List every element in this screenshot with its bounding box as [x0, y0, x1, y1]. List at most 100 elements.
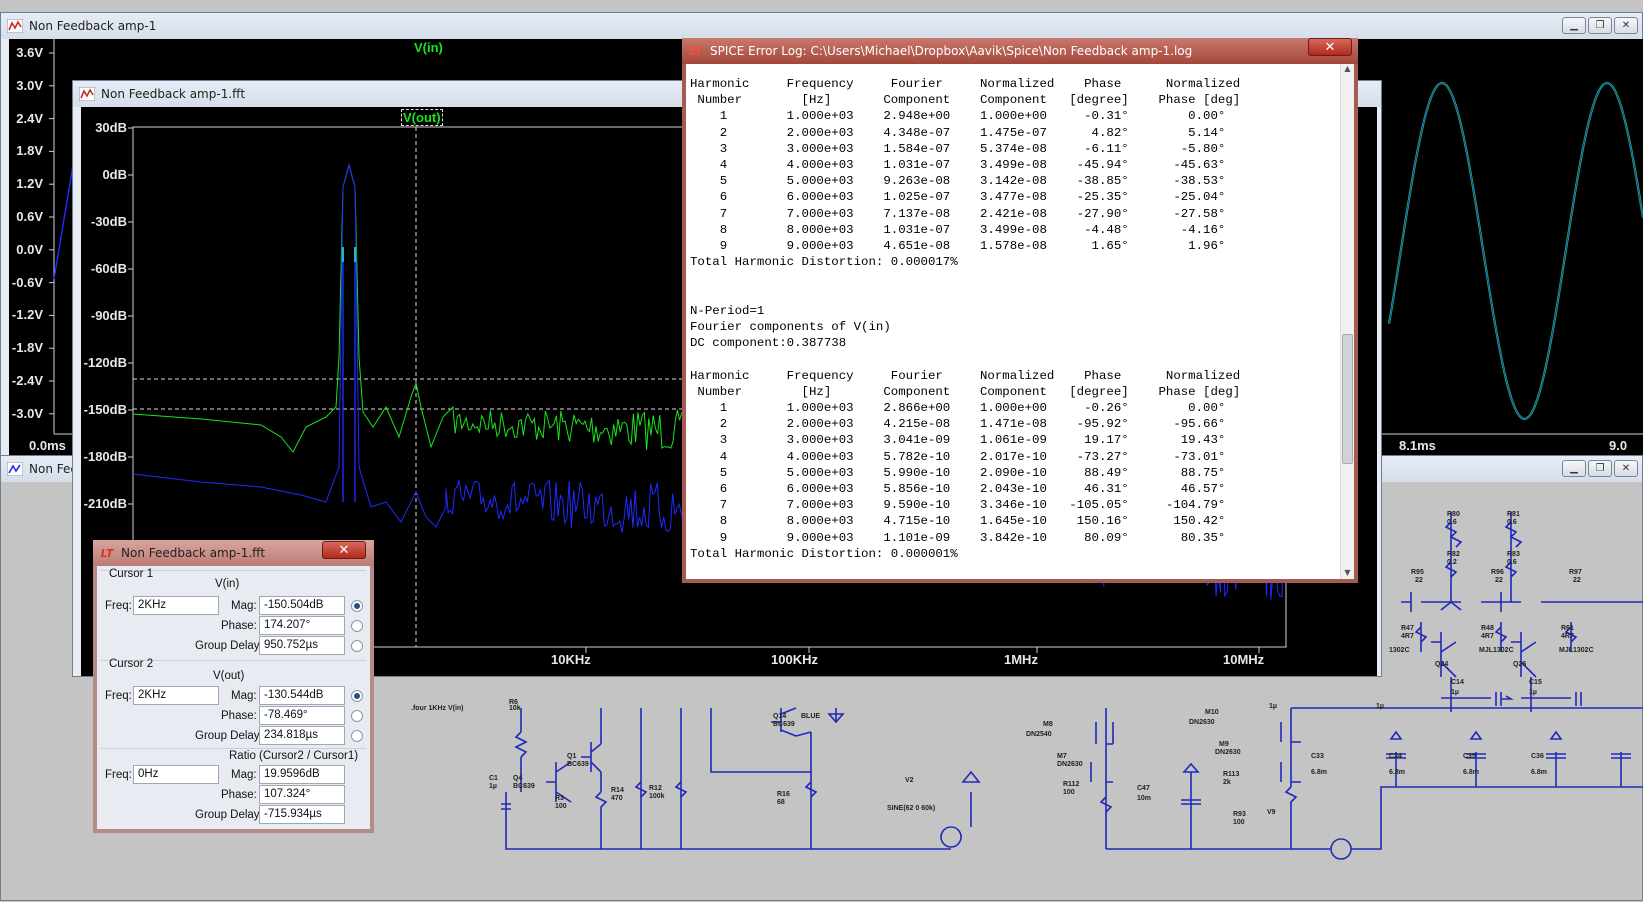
ratio-group — [101, 748, 366, 749]
component-label: 4R7 — [1561, 633, 1574, 640]
log-text-area[interactable]: Harmonic Frequency Fourier Normalized Ph… — [690, 76, 1340, 574]
cursor1-mag-label: Mag: — [231, 600, 257, 612]
cursor1-header: Cursor 1 — [109, 568, 154, 580]
log-line: 8 8.000e+03 4.715e-10 1.645e-10 150.16° … — [690, 514, 1226, 529]
y-tick-label: -180dB — [83, 449, 127, 464]
scrollbar-thumb[interactable] — [1342, 334, 1353, 464]
cursor1-trace: V(in) — [215, 578, 240, 590]
vin-trace-overlay — [1388, 82, 1643, 420]
cursor1-phase-field[interactable]: 174.207° — [259, 616, 345, 635]
ratio-gd-field[interactable]: -715.934µs — [259, 805, 345, 824]
log-line: 2 2.000e+03 4.215e-08 1.471e-08 -95.92° … — [690, 417, 1226, 432]
component-label: V9 — [1267, 809, 1276, 816]
cursor1-mag-radio[interactable] — [351, 600, 363, 612]
component-label: 1µ — [1529, 689, 1537, 696]
component-label: BC639 — [567, 761, 589, 768]
close-button[interactable]: ✕ — [1614, 17, 1638, 34]
component-label: MJL1302C — [1479, 647, 1514, 654]
component-label: BC639 — [513, 783, 535, 790]
component-label: R47 — [1401, 625, 1414, 632]
cursor2-phase-field[interactable]: -78.469° — [259, 706, 345, 725]
cursor-window[interactable]: LT Non Feedback amp-1.fft ✕ Cursor 1 V(i… — [93, 540, 374, 833]
ratio-phase-field[interactable]: 107.324° — [259, 785, 345, 804]
component-label: R97 — [1569, 569, 1582, 576]
cursor2-phase-radio[interactable] — [351, 710, 363, 722]
fft-trace-label[interactable]: V(out) — [401, 109, 443, 126]
schematic-app-icon — [7, 462, 23, 476]
ratio-freq-field[interactable]: 0Hz — [133, 765, 219, 784]
component-label: DN2630 — [1057, 761, 1083, 768]
component-label: R61 — [1561, 625, 1574, 632]
minimize-button[interactable]: ▁ — [1562, 17, 1586, 34]
component-label: MJL1302C — [1559, 647, 1594, 654]
log-titlebar[interactable]: LT SPICE Error Log: C:\Users\Michael\Dro… — [682, 38, 1358, 64]
y-tick-label: -150dB — [83, 402, 127, 417]
component-label: C34 — [1389, 753, 1402, 760]
waveform-app-icon — [79, 87, 95, 101]
y-tick-label: -3.0V — [11, 405, 43, 421]
component-label: C47 — [1137, 785, 1150, 792]
cursor2-trace: V(out) — [213, 670, 245, 682]
log-line: N-Period=1 — [690, 303, 765, 318]
component-label: R16 — [777, 791, 790, 798]
cursor2-gd-radio[interactable] — [351, 730, 363, 742]
component-label: 10k — [509, 705, 521, 712]
scroll-down-arrow-icon[interactable]: ▼ — [1341, 568, 1354, 577]
log-scrollbar[interactable]: ▲ ▼ — [1340, 64, 1354, 579]
component-label: R82 — [1447, 551, 1460, 558]
component-label: R80 — [1447, 511, 1460, 518]
scroll-up-arrow-icon[interactable]: ▲ — [1341, 64, 1354, 73]
log-text: Harmonic Frequency Fourier Normalized Ph… — [690, 76, 1340, 562]
close-button[interactable]: ✕ — [1614, 460, 1638, 477]
component-label: C14 — [1451, 679, 1464, 686]
y-tick-label: -1.8V — [11, 340, 43, 356]
cursor2-freq-field[interactable]: 2KHz — [133, 686, 219, 705]
component-label: BLUE — [801, 713, 820, 720]
cursor2-mag-radio[interactable] — [351, 690, 363, 702]
component-label: DN2630 — [1189, 719, 1215, 726]
component-label: 6.8m — [1463, 769, 1479, 776]
minimize-button[interactable]: ▁ — [1562, 460, 1586, 477]
cursor1-mag-field[interactable]: -150.504dB — [259, 596, 345, 615]
x-tick-label: 100KHz — [771, 652, 818, 667]
component-label: 68 — [777, 799, 785, 806]
schematic-window-title: Non Fee — [29, 462, 78, 476]
restore-button[interactable]: ❐ — [1588, 460, 1612, 477]
component-label: BC639 — [773, 721, 795, 728]
vin-trace — [1387, 81, 1643, 421]
waveform-app-icon — [7, 19, 23, 33]
log-line: Harmonic Frequency Fourier Normalized Ph… — [690, 368, 1241, 383]
component-label: 0.6 — [1447, 519, 1457, 526]
cursor1-gd-label: Group Delay: — [195, 640, 263, 652]
cursor1-freq-label: Freq: — [105, 600, 132, 612]
x-tick-label: 1MHz — [1004, 652, 1038, 667]
spice-log-window[interactable]: LT SPICE Error Log: C:\Users\Michael\Dro… — [682, 38, 1358, 583]
cursor1-gd-field[interactable]: 950.752µs — [259, 636, 345, 655]
y-tick-label: 3.6V — [16, 45, 43, 60]
component-label: 470 — [611, 795, 623, 802]
log-close-button[interactable]: ✕ — [1308, 38, 1352, 56]
ratio-mag-field[interactable]: 19.9596dB — [259, 765, 345, 784]
x-tick-label: 0.0ms — [29, 438, 66, 453]
transient-trace-label[interactable]: V(in) — [414, 40, 443, 55]
component-label: R12 — [649, 785, 662, 792]
cursor2-gd-field[interactable]: 234.818µs — [259, 726, 345, 745]
x-tick-label: 8.1ms — [1399, 438, 1436, 453]
cursor1-gd-radio[interactable] — [351, 640, 363, 652]
component-label: M7 — [1057, 753, 1067, 760]
component-label: Q14 — [773, 713, 786, 720]
log-line: 2 2.000e+03 4.348e-07 1.475e-07 4.82° 5.… — [690, 125, 1226, 140]
cursor-close-button[interactable]: ✕ — [322, 541, 366, 559]
component-label: 100 — [1233, 819, 1245, 826]
cursor1-phase-radio[interactable] — [351, 620, 363, 632]
component-label: C33 — [1311, 753, 1324, 760]
y-tick-label: 0.0V — [16, 241, 43, 257]
cursor2-mag-field[interactable]: -130.544dB — [259, 686, 345, 705]
transient-titlebar[interactable]: Non Feedback amp-1 — [1, 13, 1642, 39]
restore-button[interactable]: ❐ — [1588, 17, 1612, 34]
cursor1-freq-field[interactable]: 2KHz — [133, 596, 219, 615]
log-line: 3 3.000e+03 1.584e-07 5.374e-08 -6.11° -… — [690, 141, 1226, 156]
log-line: Total Harmonic Distortion: 0.000001% — [690, 546, 958, 561]
